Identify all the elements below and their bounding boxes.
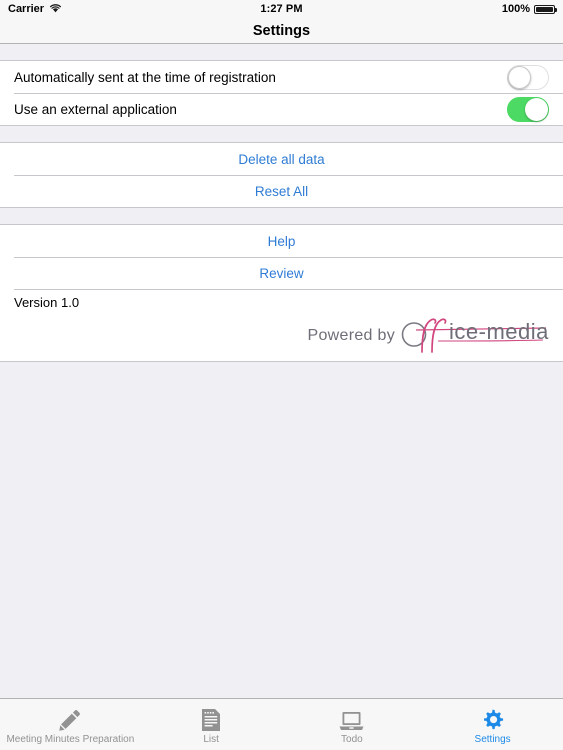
document-lines-icon bbox=[200, 707, 222, 733]
section-gap-top bbox=[0, 44, 563, 60]
data-actions-group: Delete all data Reset All bbox=[0, 142, 563, 208]
delete-all-data-label: Delete all data bbox=[238, 151, 325, 167]
reset-all-button[interactable]: Reset All bbox=[0, 175, 563, 207]
battery-full-icon bbox=[534, 4, 557, 14]
toggle-knob bbox=[525, 97, 548, 121]
app-screen: Carrier 1:27 PM 100% Settings Automatica… bbox=[0, 0, 563, 750]
laptop-icon bbox=[338, 707, 365, 733]
tab-bar: Meeting Minutes Preparation List Todo Se… bbox=[0, 698, 563, 750]
toggle-knob bbox=[508, 65, 531, 89]
support-group: Help Review Version 1.0 Powered by ice-m… bbox=[0, 224, 563, 362]
settings-content: Automatically sent at the time of regist… bbox=[0, 44, 563, 698]
page-title: Settings bbox=[252, 22, 311, 39]
status-bar-left: Carrier bbox=[8, 3, 260, 16]
row-label-external-app: Use an external application bbox=[14, 101, 177, 117]
carrier-label: Carrier bbox=[8, 3, 45, 15]
powered-by-label: Powered by bbox=[307, 327, 395, 344]
office-media-logo-icon: ice-media bbox=[397, 314, 549, 359]
toggle-settings-group: Automatically sent at the time of regist… bbox=[0, 60, 563, 126]
review-button[interactable]: Review bbox=[0, 257, 563, 289]
help-label: Help bbox=[267, 233, 296, 249]
reset-all-label: Reset All bbox=[254, 183, 309, 199]
delete-all-data-button[interactable]: Delete all data bbox=[0, 143, 563, 175]
status-bar-right: 100% bbox=[303, 3, 557, 15]
row-auto-send[interactable]: Automatically sent at the time of regist… bbox=[0, 61, 563, 93]
section-gap-1 bbox=[0, 126, 563, 142]
section-gap-2 bbox=[0, 208, 563, 224]
branding-block: Powered by ice-media bbox=[0, 315, 563, 361]
tab-label-list: List bbox=[203, 733, 219, 745]
toggle-external-app[interactable] bbox=[507, 96, 549, 122]
wifi-icon bbox=[49, 3, 62, 16]
tab-meeting-minutes-preparation[interactable]: Meeting Minutes Preparation bbox=[0, 699, 141, 750]
tab-label-todo: Todo bbox=[341, 733, 363, 745]
status-bar: Carrier 1:27 PM 100% bbox=[0, 0, 563, 18]
help-button[interactable]: Help bbox=[0, 225, 563, 257]
tab-label-settings: Settings bbox=[474, 733, 511, 745]
review-label: Review bbox=[259, 265, 304, 281]
tab-list[interactable]: List bbox=[141, 699, 282, 750]
row-external-app[interactable]: Use an external application bbox=[0, 93, 563, 125]
toggle-auto-send[interactable] bbox=[507, 64, 549, 90]
powered-by-logo: Powered by ice-media bbox=[308, 317, 550, 355]
navigation-bar: Settings bbox=[0, 18, 563, 44]
battery-percent-label: 100% bbox=[501, 3, 530, 15]
tab-settings[interactable]: Settings bbox=[422, 699, 563, 750]
status-bar-clock: 1:27 PM bbox=[260, 3, 303, 15]
tab-todo[interactable]: Todo bbox=[282, 699, 423, 750]
gear-icon bbox=[480, 707, 505, 733]
version-row: Version 1.0 bbox=[0, 289, 563, 315]
row-label-auto-send: Automatically sent at the time of regist… bbox=[14, 69, 276, 85]
pencil-icon bbox=[57, 707, 83, 733]
svg-text:ice-media: ice-media bbox=[449, 319, 549, 344]
tab-label-meeting-minutes-preparation: Meeting Minutes Preparation bbox=[6, 733, 135, 745]
version-label: Version 1.0 bbox=[14, 294, 80, 310]
